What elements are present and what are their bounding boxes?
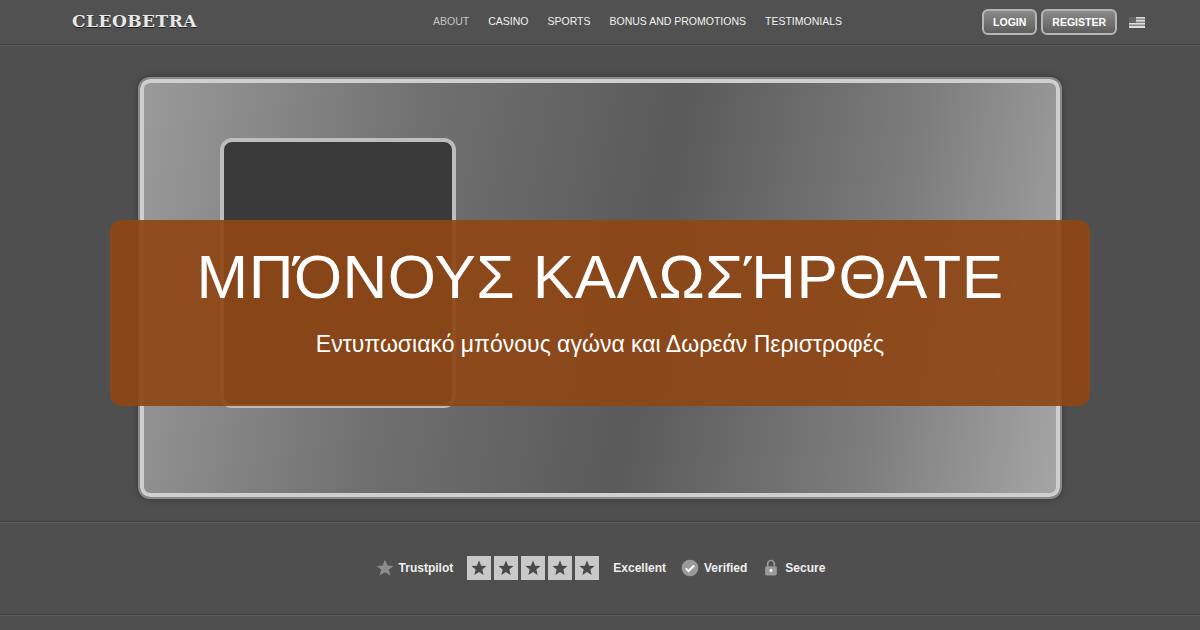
star-rating <box>467 556 599 580</box>
lock-icon <box>761 558 781 578</box>
flag-icon[interactable] <box>1129 17 1145 28</box>
nav-link[interactable]: ABOUT <box>433 14 469 30</box>
rating-star <box>494 556 518 580</box>
star-icon <box>523 558 543 578</box>
nav-link[interactable]: SPORTS <box>547 14 590 30</box>
main-nav: ABOUT CASINO SPORTS BONUS AND PROMOTIONS TES… <box>433 14 842 30</box>
trustpilot-label: Trustpilot <box>399 559 454 577</box>
welcome-overlay: ΜΠΌΝΟΥΣ ΚΑΛΩΣΉΡΘΑΤΕ Εντυπωσιακό μπόνους α… <box>110 220 1090 406</box>
register-button[interactable]: REGISTER <box>1041 9 1117 36</box>
hero-subtitle: Εντυπωσιακό μπόνους αγώνα και Δωρεάν Περ… <box>130 327 1070 362</box>
rating-label: Excellent <box>613 559 666 577</box>
trust-bar: Trustpilot Excellent Verified Secure <box>0 522 1200 614</box>
trustpilot-brand: Trustpilot <box>375 558 454 578</box>
star-icon <box>469 558 489 578</box>
rating-star <box>575 556 599 580</box>
login-button[interactable]: LOGIN <box>982 9 1037 36</box>
top-navbar: CLEOBETRA ABOUT CASINO SPORTS BONUS AND PROM… <box>0 0 1200 45</box>
badge-label: Verified <box>704 559 747 577</box>
star-icon <box>550 558 570 578</box>
star-icon <box>496 558 516 578</box>
trust-badge: Secure <box>761 558 825 578</box>
trust-badge: Verified <box>680 558 747 578</box>
rating-star <box>548 556 572 580</box>
nav-link[interactable]: CASINO <box>488 14 528 30</box>
site-logo[interactable]: CLEOBETRA <box>72 9 197 35</box>
rating-star <box>467 556 491 580</box>
hero-banner: ΜΠΌΝΟΥΣ ΚΑΛΩΣΉΡΘΑΤΕ Εντυπωσιακό μπόνους α… <box>110 79 1090 497</box>
account-actions: LOGINREGISTER <box>982 9 1145 36</box>
nav-link[interactable]: TESTIMONIALS <box>765 14 842 30</box>
check-icon <box>680 558 700 578</box>
rating-star <box>521 556 545 580</box>
badge-label: Secure <box>785 559 825 577</box>
nav-link[interactable]: BONUS AND PROMOTIONS <box>609 14 746 30</box>
divider <box>0 614 1200 615</box>
star-icon <box>375 558 395 578</box>
hero-title: ΜΠΌΝΟΥΣ ΚΑΛΩΣΉΡΘΑΤΕ <box>130 242 1070 311</box>
divider <box>0 521 1200 522</box>
star-icon <box>577 558 597 578</box>
